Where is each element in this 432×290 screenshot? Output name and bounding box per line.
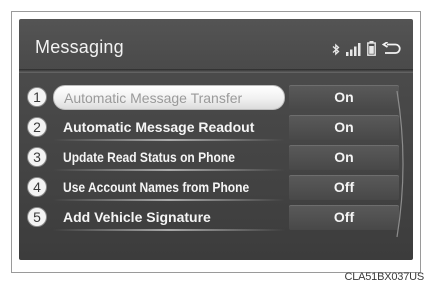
item-number-badge: 1 bbox=[27, 87, 47, 107]
setting-value: Off bbox=[289, 175, 399, 200]
signal-icon bbox=[346, 43, 361, 56]
item-number-badge: 4 bbox=[27, 177, 47, 197]
item-number-badge: 2 bbox=[27, 117, 47, 137]
use-account-names-button[interactable]: Use Account Names from Phone bbox=[53, 175, 285, 200]
row-divider bbox=[53, 169, 285, 171]
back-icon[interactable] bbox=[382, 42, 401, 56]
item-number-badge: 3 bbox=[27, 147, 47, 167]
item-label: Use Account Names from Phone bbox=[63, 179, 250, 195]
list-item: 3 Update Read Status on Phone On bbox=[27, 145, 399, 171]
setting-value: On bbox=[289, 85, 399, 110]
setting-value: On bbox=[289, 115, 399, 140]
header-divider bbox=[19, 69, 413, 73]
row-divider bbox=[53, 229, 285, 231]
list-item: 4 Use Account Names from Phone Off bbox=[27, 175, 399, 201]
item-label: Automatic Message Readout bbox=[63, 119, 255, 135]
list-item: 5 Add Vehicle Signature Off bbox=[27, 205, 399, 231]
setting-value: On bbox=[289, 145, 399, 170]
figure-code: CLA51BX037US bbox=[344, 271, 424, 283]
item-label: Update Read Status on Phone bbox=[63, 149, 235, 165]
row-divider bbox=[53, 139, 285, 141]
item-label: Automatic Message Transfer bbox=[64, 90, 243, 106]
setting-value: Off bbox=[289, 205, 399, 230]
row-divider bbox=[53, 199, 285, 201]
scroll-arc bbox=[396, 90, 404, 238]
list-item: 2 Automatic Message Readout On bbox=[27, 115, 399, 141]
item-number-badge: 5 bbox=[27, 207, 47, 227]
status-bar bbox=[332, 38, 401, 56]
automatic-message-transfer-button[interactable]: Automatic Message Transfer bbox=[53, 85, 285, 110]
item-label: Add Vehicle Signature bbox=[63, 209, 211, 225]
list-item: 1 Automatic Message Transfer On bbox=[27, 85, 399, 110]
page-title: Messaging bbox=[35, 37, 124, 57]
add-vehicle-signature-button[interactable]: Add Vehicle Signature bbox=[53, 205, 285, 230]
battery-icon bbox=[367, 41, 376, 56]
update-read-status-button[interactable]: Update Read Status on Phone bbox=[53, 145, 285, 170]
bluetooth-icon bbox=[332, 43, 340, 56]
automatic-message-readout-button[interactable]: Automatic Message Readout bbox=[53, 115, 285, 140]
messaging-screen: Messaging 1 Automatic Message Transfer O… bbox=[19, 19, 413, 260]
